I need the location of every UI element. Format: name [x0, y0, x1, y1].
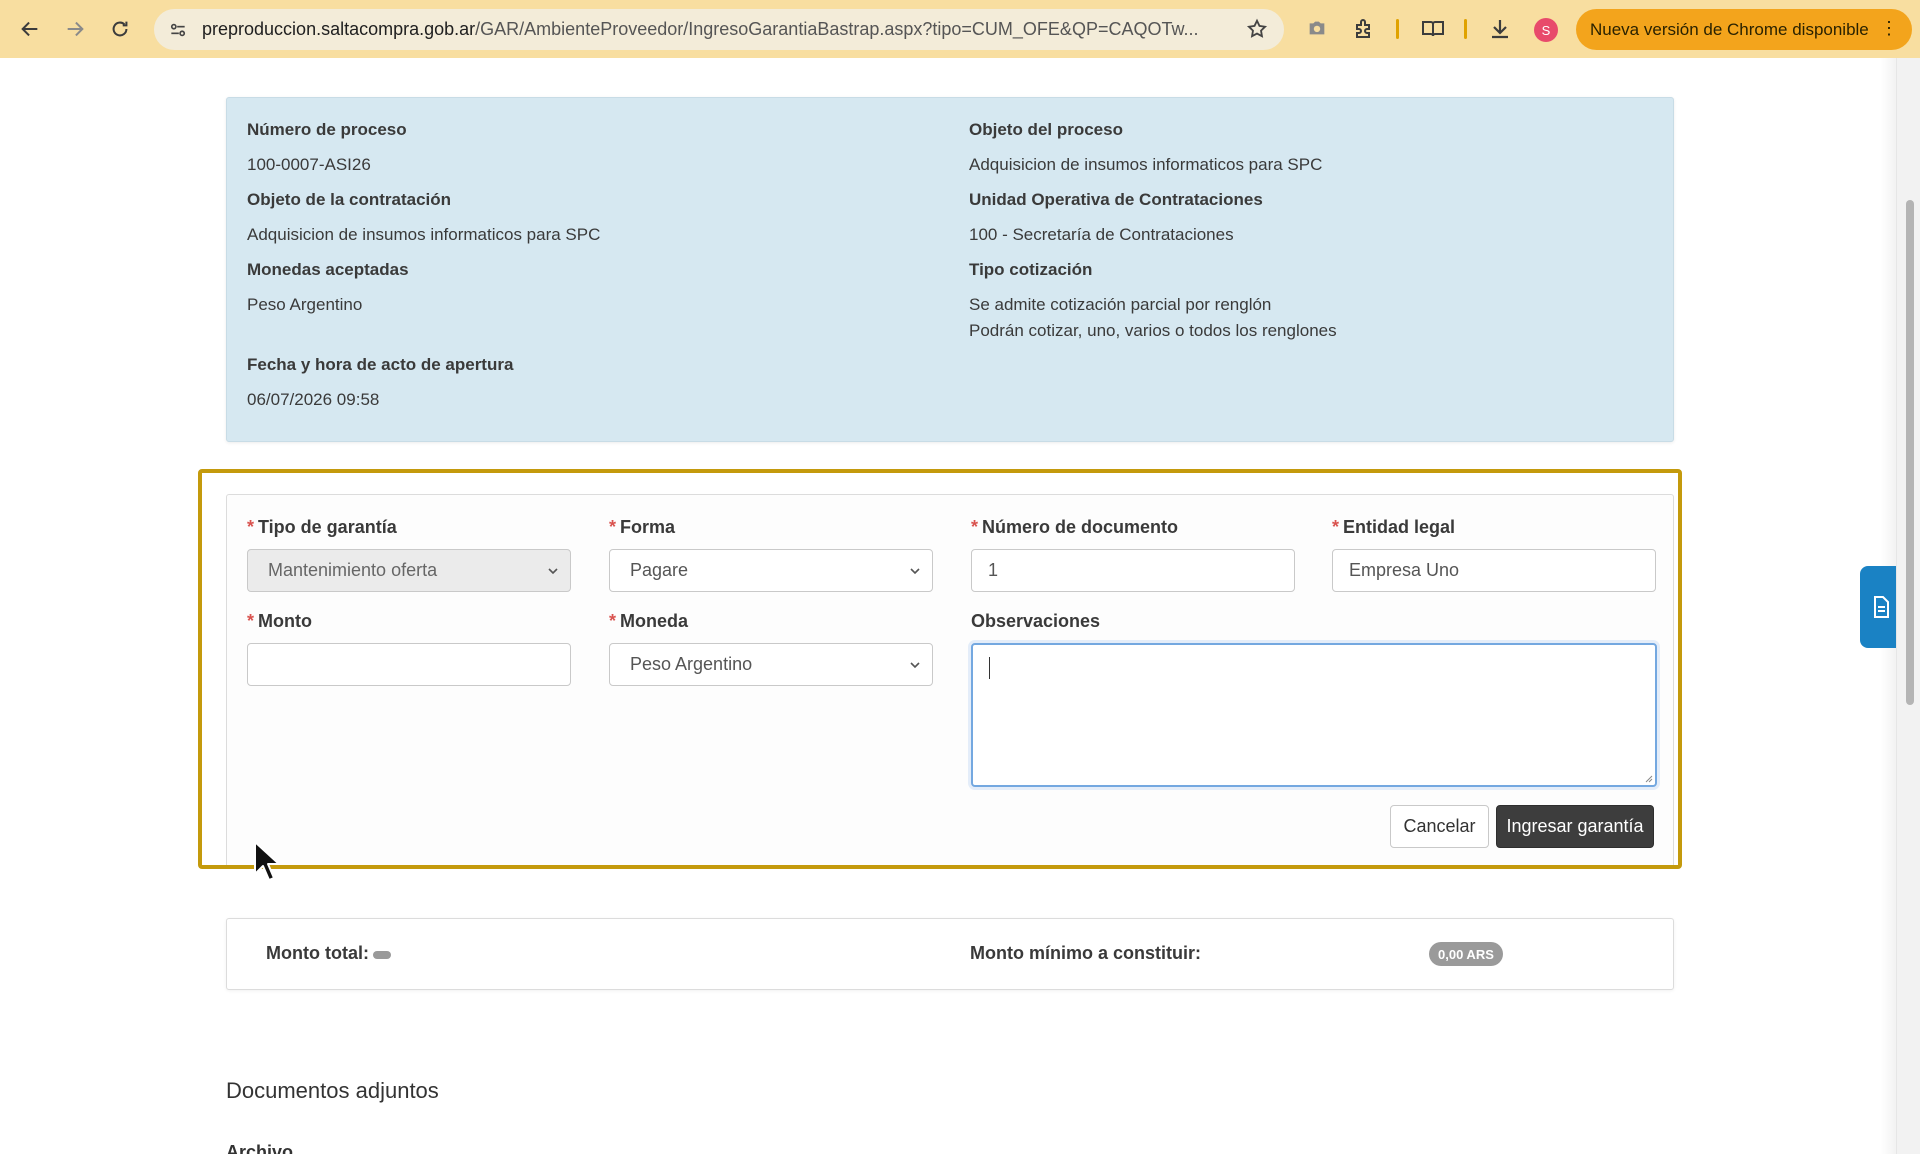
objeto-proceso: Objeto del proceso Adquisicion de insumo…	[969, 120, 1322, 178]
objeto-proceso-label: Objeto del proceso	[969, 120, 1123, 139]
unidad-operativa-label: Unidad Operativa de Contrataciones	[969, 190, 1263, 209]
process-info-panel: Número de proceso 100-0007-ASI26 Objeto …	[226, 97, 1674, 442]
monedas-aceptadas: Monedas aceptadas Peso Argentino	[247, 260, 409, 318]
tipo-cotizacion-line-1: Se admite cotización parcial por renglón	[969, 295, 1272, 314]
monedas-aceptadas-value: Peso Argentino	[247, 295, 363, 314]
toolbar-separator	[1396, 19, 1399, 39]
tipo-cotizacion-value: Se admite cotización parcial por renglón…	[969, 292, 1337, 344]
bookmark-star-icon[interactable]	[1246, 18, 1268, 40]
mouse-cursor-icon	[254, 841, 280, 881]
update-label: Nueva versión de Chrome disponible	[1590, 19, 1869, 39]
url-text: preproduccion.saltacompra.gob.ar/GAR/Amb…	[202, 19, 1199, 39]
objeto-contratacion-value: Adquisicion de insumos informaticos para…	[247, 225, 601, 244]
reload-icon[interactable]	[102, 11, 138, 47]
ingresar-garantia-button[interactable]: Ingresar garantía	[1496, 805, 1654, 848]
browser-toolbar: preproduccion.saltacompra.gob.ar/GAR/Amb…	[0, 0, 1920, 58]
toolbar-separator	[1464, 19, 1467, 39]
more-menu-icon[interactable]: ⋮	[1880, 19, 1898, 37]
totals-card: Monto total: Monto mínimo a constituir: …	[226, 918, 1674, 990]
reading-mode-icon[interactable]	[1420, 17, 1444, 41]
cancel-button[interactable]: Cancelar	[1390, 805, 1489, 848]
numero-proceso-label: Número de proceso	[247, 120, 407, 139]
objeto-proceso-value: Adquisicion de insumos informaticos para…	[969, 155, 1323, 174]
download-icon[interactable]	[1488, 17, 1512, 41]
site-settings-icon[interactable]	[166, 18, 190, 42]
scrollbar-thumb[interactable]	[1906, 200, 1914, 705]
objeto-contratacion-label: Objeto de la contratación	[247, 190, 452, 209]
monedas-aceptadas-label: Monedas aceptadas	[247, 260, 409, 279]
monto-minimo-badge: 0,00 ARS	[1429, 942, 1503, 966]
monto-minimo-label: Monto mínimo a constituir:	[970, 943, 1201, 963]
forward-icon[interactable]	[57, 11, 93, 47]
unidad-operativa: Unidad Operativa de Contrataciones 100 -…	[969, 190, 1263, 248]
chrome-update-button[interactable]: Nueva versión de Chrome disponible ⋮	[1576, 9, 1912, 50]
numero-proceso-value: 100-0007-ASI26	[247, 155, 371, 174]
unidad-operativa-value: 100 - Secretaría de Contrataciones	[969, 225, 1234, 244]
fecha-apertura: Fecha y hora de acto de apertura 06/07/2…	[247, 355, 513, 413]
fecha-apertura-value: 06/07/2026 09:58	[247, 390, 380, 409]
profile-avatar[interactable]: S	[1534, 18, 1558, 42]
tipo-cotizacion-line-2: Podrán cotizar, uno, varios o todos los …	[969, 321, 1337, 340]
extensions-icon[interactable]	[1352, 17, 1376, 41]
back-icon[interactable]	[12, 11, 48, 47]
documentos-adjuntos-title: Documentos adjuntos	[226, 1078, 439, 1103]
monto-total-label: Monto total:	[266, 943, 369, 963]
objeto-contratacion: Objeto de la contratación Adquisicion de…	[247, 190, 600, 248]
camera-icon[interactable]	[1306, 17, 1330, 41]
tipo-cotizacion: Tipo cotización Se admite cotización par…	[969, 260, 1337, 344]
numero-proceso: Número de proceso 100-0007-ASI26	[247, 120, 407, 178]
address-bar[interactable]: preproduccion.saltacompra.gob.ar/GAR/Amb…	[154, 9, 1284, 50]
monto-total-badge	[373, 951, 391, 959]
fecha-apertura-label: Fecha y hora de acto de apertura	[247, 355, 514, 374]
document-icon	[1874, 596, 1889, 618]
archivo-label: Archivo	[226, 1142, 294, 1154]
tipo-cotizacion-label: Tipo cotización	[969, 260, 1093, 279]
